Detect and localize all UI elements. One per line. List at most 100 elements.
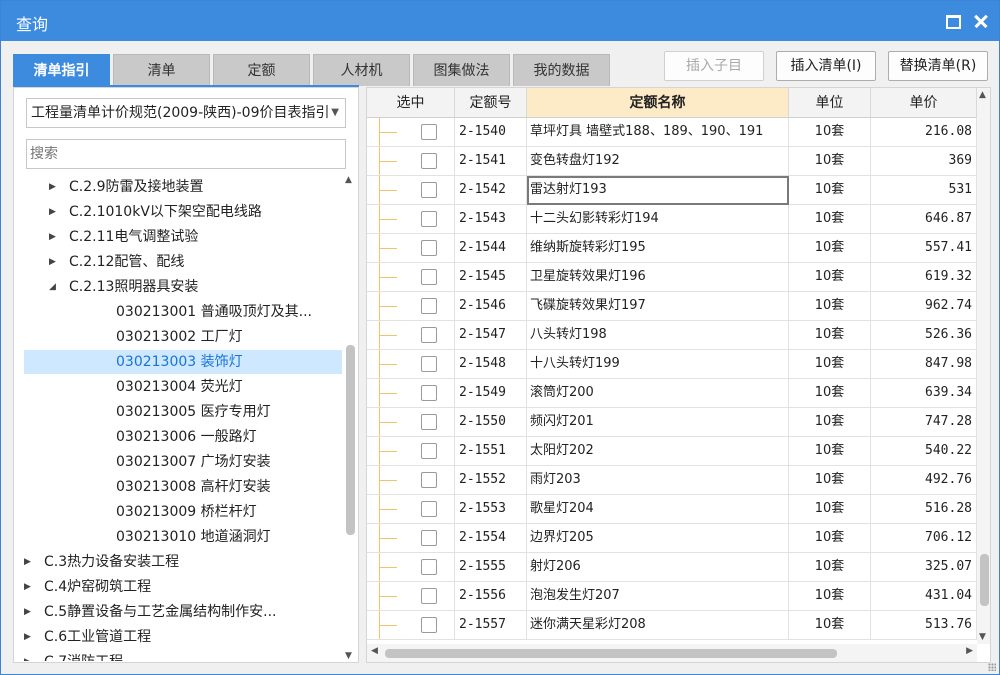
row-checkbox[interactable] — [421, 211, 437, 227]
row-checkbox[interactable] — [421, 182, 437, 198]
code-cell[interactable]: 2-1540 — [455, 118, 527, 146]
tree-node[interactable]: ▶ C.4炉窑砌筑工程 — [24, 575, 342, 599]
unit-cell[interactable]: 10套 — [789, 118, 871, 146]
table-row[interactable]: 2-1556 泡泡发生灯207 10套 431.04 — [367, 582, 977, 611]
header-code[interactable]: 定额号 — [455, 88, 527, 118]
row-checkbox[interactable] — [421, 443, 437, 459]
close-icon[interactable] — [971, 11, 991, 31]
unit-cell[interactable]: 10套 — [789, 611, 871, 639]
code-cell[interactable]: 2-1554 — [455, 524, 527, 552]
tree-node[interactable]: 030213010 地道涵洞灯 — [24, 525, 342, 549]
insert-child-button[interactable]: 插入子目 — [664, 51, 764, 81]
price-cell[interactable]: 369 — [871, 147, 977, 175]
scroll-up-icon[interactable]: ▲ — [979, 90, 986, 100]
row-checkbox[interactable] — [421, 153, 437, 169]
table-row[interactable]: 2-1552 雨灯203 10套 492.76 — [367, 466, 977, 495]
name-cell[interactable]: 歌星灯204 — [527, 495, 789, 523]
row-checkbox[interactable] — [421, 530, 437, 546]
row-checkbox[interactable] — [421, 588, 437, 604]
row-checkbox[interactable] — [421, 559, 437, 575]
table-row[interactable]: 2-1542 雷达射灯193 10套 531 — [367, 176, 977, 205]
price-cell[interactable]: 619.32 — [871, 263, 977, 291]
grid-hscroll-thumb[interactable] — [385, 649, 837, 658]
tree-node[interactable]: 030213008 高杆灯安装 — [24, 475, 342, 499]
code-cell[interactable]: 2-1543 — [455, 205, 527, 233]
name-cell[interactable]: 雨灯203 — [527, 466, 789, 494]
table-row[interactable]: 2-1550 频闪灯201 10套 747.28 — [367, 408, 977, 437]
price-cell[interactable]: 531 — [871, 176, 977, 204]
code-cell[interactable]: 2-1550 — [455, 408, 527, 436]
unit-cell[interactable]: 10套 — [789, 495, 871, 523]
unit-cell[interactable]: 10套 — [789, 408, 871, 436]
name-cell[interactable]: 八头转灯198 — [527, 321, 789, 349]
unit-cell[interactable]: 10套 — [789, 292, 871, 320]
code-cell[interactable]: 2-1546 — [455, 292, 527, 320]
price-cell[interactable]: 847.98 — [871, 350, 977, 378]
row-checkbox[interactable] — [421, 298, 437, 314]
tree-node[interactable]: 030213001 普通吸顶灯及其... — [24, 300, 342, 324]
unit-cell[interactable]: 10套 — [789, 147, 871, 175]
collapsed-triangle-icon[interactable]: ▶ — [24, 550, 31, 574]
name-cell[interactable]: 草坪灯具 墙壁式188、189、190、191 — [527, 118, 789, 146]
tree-node[interactable]: ▶ C.6工业管道工程 — [24, 625, 342, 649]
price-cell[interactable]: 646.87 — [871, 205, 977, 233]
row-checkbox[interactable] — [421, 269, 437, 285]
tree-node[interactable]: ▶ C.7消防工程 — [24, 650, 342, 661]
name-cell[interactable]: 卫星旋转效果灯196 — [527, 263, 789, 291]
table-row[interactable]: 2-1541 变色转盘灯192 10套 369 — [367, 147, 977, 176]
scroll-right-icon[interactable]: ▶ — [966, 646, 973, 656]
collapsed-triangle-icon[interactable]: ▶ — [24, 575, 31, 599]
table-row[interactable]: 2-1540 草坪灯具 墙壁式188、189、190、191 10套 216.08 — [367, 118, 977, 147]
name-cell[interactable]: 十八头转灯199 — [527, 350, 789, 378]
row-checkbox[interactable] — [421, 617, 437, 633]
code-cell[interactable]: 2-1553 — [455, 495, 527, 523]
resize-grip-icon[interactable] — [988, 663, 996, 671]
name-cell[interactable]: 飞碟旋转效果灯197 — [527, 292, 789, 320]
tab-6[interactable]: 我的数据 — [513, 54, 610, 86]
scroll-down-icon[interactable]: ▼ — [979, 632, 986, 642]
collapsed-triangle-icon[interactable]: ▶ — [49, 225, 56, 249]
scroll-down-icon[interactable]: ▼ — [345, 651, 352, 661]
price-cell[interactable]: 557.41 — [871, 234, 977, 262]
name-cell[interactable]: 十二头幻影转彩灯194 — [527, 205, 789, 233]
table-row[interactable]: 2-1557 迷你满天星彩灯208 10套 513.76 — [367, 611, 977, 640]
price-cell[interactable]: 639.34 — [871, 379, 977, 407]
tree-node[interactable]: 030213009 桥栏杆灯 — [24, 500, 342, 524]
tree-node[interactable]: 030213007 广场灯安装 — [24, 450, 342, 474]
row-checkbox[interactable] — [421, 240, 437, 256]
table-row[interactable]: 2-1548 十八头转灯199 10套 847.98 — [367, 350, 977, 379]
row-checkbox[interactable] — [421, 124, 437, 140]
table-row[interactable]: 2-1545 卫星旋转效果灯196 10套 619.32 — [367, 263, 977, 292]
replace-list-button[interactable]: 替换清单(R) — [888, 51, 988, 81]
unit-cell[interactable]: 10套 — [789, 553, 871, 581]
tree-node[interactable]: ▶ C.2.1010kV以下架空配电线路 — [24, 200, 342, 224]
price-cell[interactable]: 513.76 — [871, 611, 977, 639]
table-row[interactable]: 2-1553 歌星灯204 10套 516.28 — [367, 495, 977, 524]
table-row[interactable]: 2-1544 维纳斯旋转彩灯195 10套 557.41 — [367, 234, 977, 263]
tree-node[interactable]: ▶ C.5静置设备与工艺金属结构制作安... — [24, 600, 342, 624]
name-cell[interactable]: 滚筒灯200 — [527, 379, 789, 407]
collapsed-triangle-icon[interactable]: ▶ — [24, 650, 31, 661]
row-checkbox[interactable] — [421, 356, 437, 372]
code-cell[interactable]: 2-1556 — [455, 582, 527, 610]
tree-node[interactable]: 030213006 一般路灯 — [24, 425, 342, 449]
collapsed-triangle-icon[interactable]: ▶ — [49, 250, 56, 274]
tree-scrollbar[interactable]: ▲ ▼ — [343, 175, 357, 661]
name-cell[interactable]: 太阳灯202 — [527, 437, 789, 465]
collapsed-triangle-icon[interactable]: ▶ — [24, 600, 31, 624]
unit-cell[interactable]: 10套 — [789, 321, 871, 349]
tree-node[interactable]: ▶ C.2.12配管、配线 — [24, 250, 342, 274]
name-cell[interactable]: 变色转盘灯192 — [527, 147, 789, 175]
unit-cell[interactable]: 10套 — [789, 176, 871, 204]
tree-node-selected[interactable]: 030213003 装饰灯 — [24, 350, 342, 374]
tab-2[interactable]: 清单 — [113, 54, 210, 86]
code-cell[interactable]: 2-1555 — [455, 553, 527, 581]
row-checkbox[interactable] — [421, 414, 437, 430]
header-price[interactable]: 单价 — [871, 88, 977, 118]
spec-select[interactable]: 工程量清单计价规范(2009-陕西)-09价目表指引 ▼ — [26, 98, 346, 128]
row-checkbox[interactable] — [421, 501, 437, 517]
unit-cell[interactable]: 10套 — [789, 205, 871, 233]
tab-1[interactable]: 清单指引 — [13, 54, 110, 86]
price-cell[interactable]: 516.28 — [871, 495, 977, 523]
tree-node[interactable]: ▶ C.3热力设备安装工程 — [24, 550, 342, 574]
